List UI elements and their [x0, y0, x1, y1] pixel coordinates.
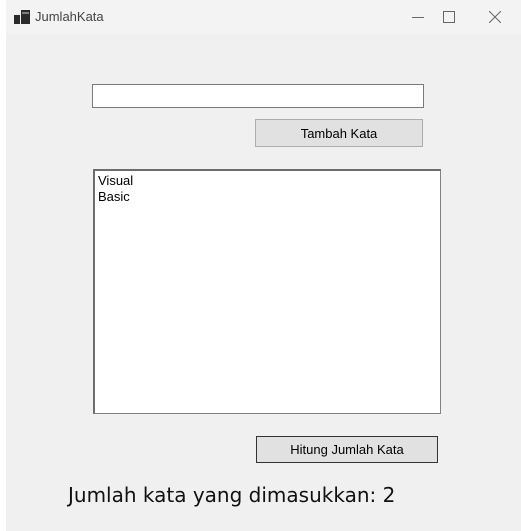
app-window-icon [14, 10, 30, 24]
close-icon [489, 11, 501, 23]
word-listbox[interactable]: Visual Basic [93, 169, 441, 414]
window-title: JumlahKata [35, 9, 104, 24]
list-item[interactable]: Basic [98, 189, 437, 205]
count-words-button[interactable]: Hitung Jumlah Kata [256, 436, 438, 463]
word-input[interactable] [92, 84, 424, 108]
minimize-icon [412, 17, 424, 18]
add-word-button[interactable]: Tambah Kata [255, 119, 423, 147]
title-bar[interactable]: JumlahKata [6, 0, 521, 34]
maximize-button[interactable] [426, 0, 472, 34]
maximize-icon [443, 11, 455, 23]
word-count-result: Jumlah kata yang dimasukkan: 2 [68, 483, 396, 507]
close-button[interactable] [472, 0, 518, 34]
list-item[interactable]: Visual [98, 173, 437, 189]
app-window: JumlahKata Tambah Kata Visual Basic Hitu… [6, 0, 521, 531]
